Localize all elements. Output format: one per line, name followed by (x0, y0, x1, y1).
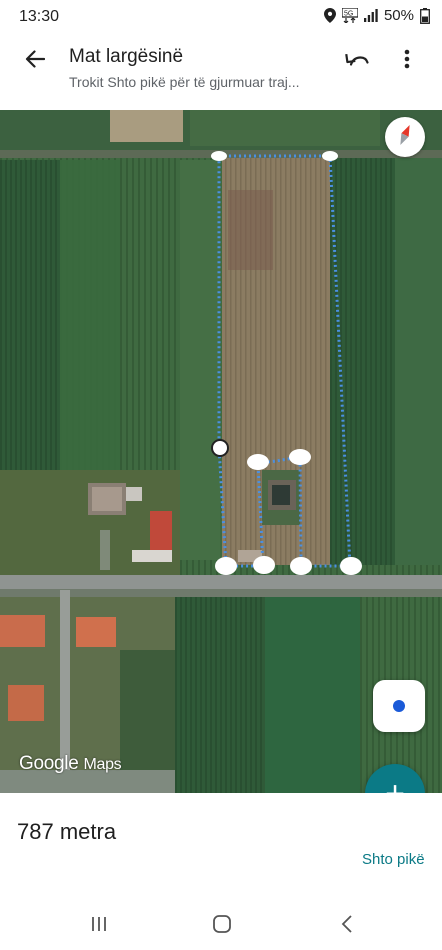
google-maps-attribution: Google Maps (19, 753, 122, 775)
page-subtitle: Trokit Shto pikë për të gjurmuar traj... (69, 74, 300, 90)
network-icon: 5G (341, 8, 358, 23)
battery-percent: 50% (383, 7, 414, 24)
app-bar: Mat largësinë Trokit Shto pikë për të gj… (0, 34, 442, 110)
compass-button[interactable] (385, 117, 425, 157)
add-icon: + (385, 777, 405, 793)
status-icons: 5G 50% (323, 7, 430, 24)
recents-button[interactable] (79, 913, 119, 939)
recents-icon (90, 915, 108, 938)
svg-text:5G: 5G (344, 11, 353, 18)
total-distance: 787 metra (17, 819, 117, 844)
my-location-icon (393, 700, 405, 712)
my-location-button[interactable] (373, 680, 425, 732)
status-time: 13:30 (19, 8, 60, 25)
nav-back-button[interactable] (327, 913, 367, 939)
undo-button[interactable] (340, 44, 374, 78)
google-wordmark: Google (19, 753, 79, 774)
battery-icon (420, 7, 430, 24)
page-title: Mat largësinë (69, 46, 184, 67)
system-nav-bar (0, 903, 442, 950)
add-point-button[interactable]: Shto pikë (362, 851, 425, 868)
signal-icon (363, 9, 378, 22)
home-button[interactable] (202, 913, 242, 939)
back-icon (341, 914, 353, 939)
undo-icon (345, 51, 369, 72)
home-icon (212, 914, 232, 939)
maps-wordmark: Maps (83, 756, 122, 773)
more-vert-icon (404, 49, 410, 74)
more-options-button[interactable] (392, 44, 422, 78)
back-button[interactable] (18, 44, 52, 78)
location-icon (323, 8, 336, 23)
measure-panel: 787 metra Shto pikë (0, 793, 442, 903)
status-bar: 13:30 5G 50% (0, 0, 442, 34)
map-view[interactable]: Google Maps + (0, 110, 442, 793)
back-arrow-icon (25, 49, 46, 73)
compass-icon (398, 124, 412, 151)
